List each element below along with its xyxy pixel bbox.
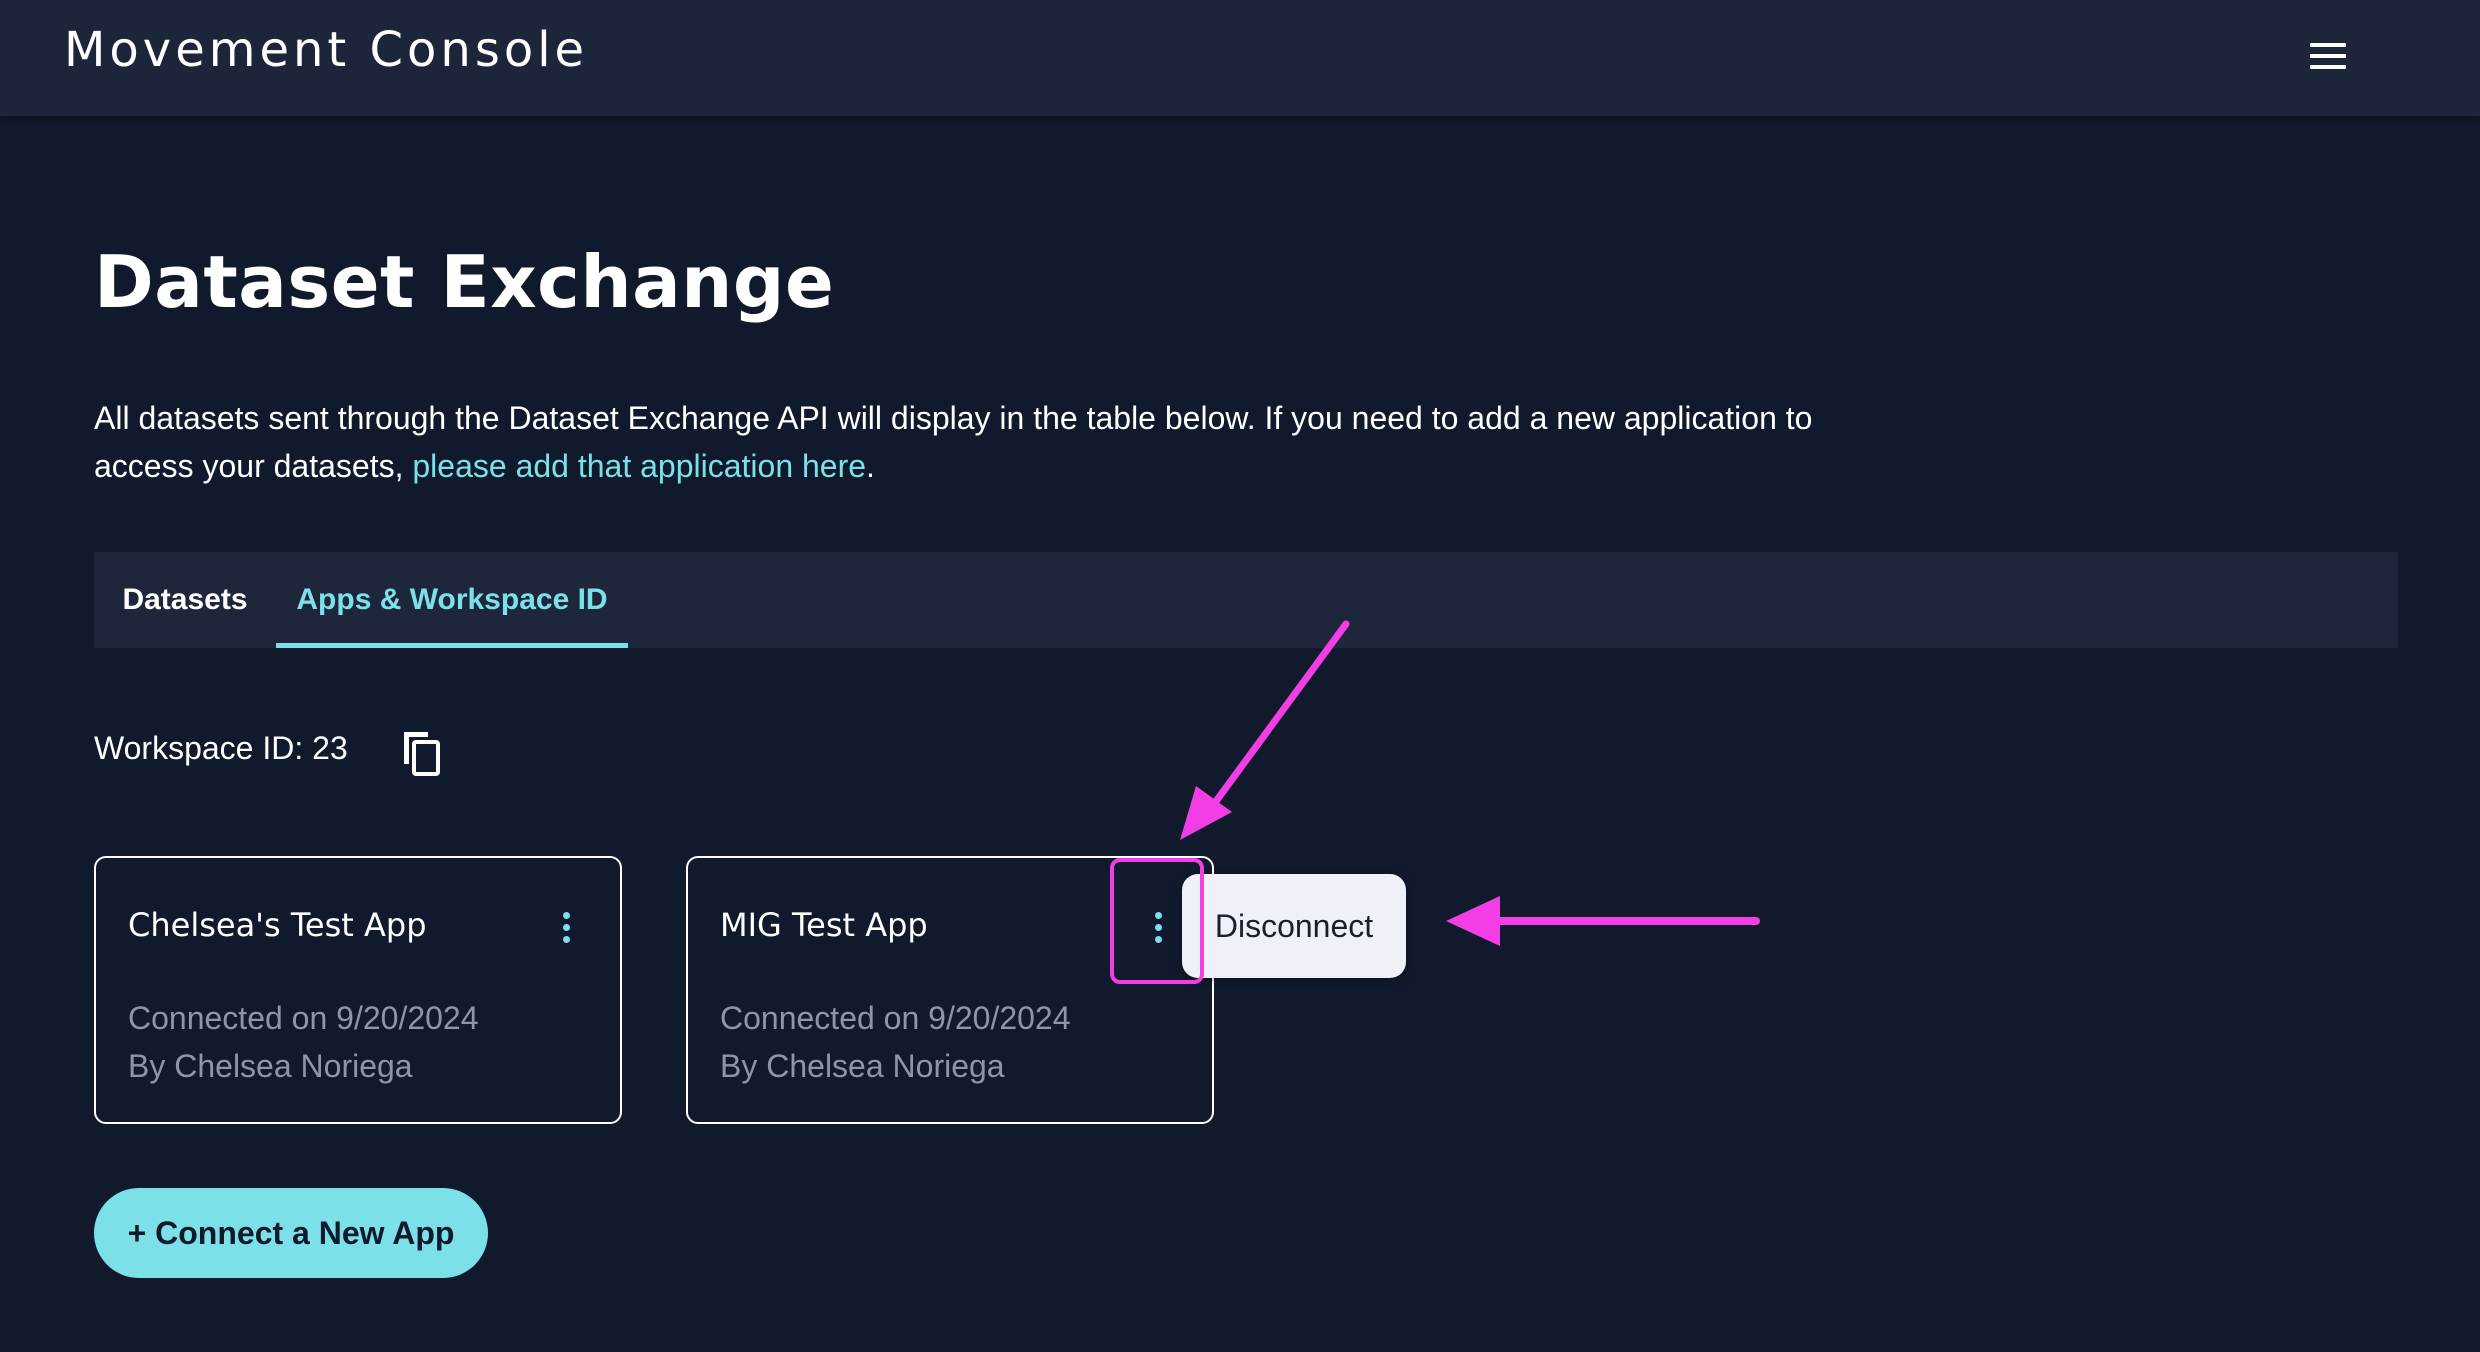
- app-card-title: Chelsea's Test App: [128, 906, 427, 944]
- annotation-arrows: [1180, 620, 1760, 946]
- annotation-highlight-box: [1110, 858, 1204, 984]
- intro-paragraph: All datasets sent through the Dataset Ex…: [94, 394, 1894, 490]
- intro-text: All datasets sent through the Dataset Ex…: [94, 400, 1813, 484]
- disconnect-menu-item[interactable]: Disconnect: [1182, 874, 1406, 978]
- annotation-arrow-down: [1180, 620, 1350, 840]
- connect-new-app-button[interactable]: + Connect a New App: [94, 1188, 488, 1278]
- hamburger-menu-icon[interactable]: [2304, 36, 2352, 80]
- app-card-title: MIG Test App: [720, 906, 928, 944]
- tab-bar: Datasets Apps & Workspace ID: [94, 552, 2398, 648]
- add-application-link[interactable]: please add that application here: [412, 448, 866, 484]
- copy-icon[interactable]: [398, 728, 442, 778]
- intro-end: .: [866, 448, 875, 484]
- vertical-dots-icon[interactable]: [552, 908, 580, 948]
- app-card-meta: Connected on 9/20/2024 By Chelsea Norieg…: [720, 994, 1071, 1090]
- app-connected-date: Connected on 9/20/2024: [128, 1000, 479, 1036]
- page-title: Dataset Exchange: [94, 240, 835, 324]
- brand-title: Movement Console: [64, 22, 589, 78]
- workspace-id-label: Workspace ID: 23: [94, 730, 348, 766]
- app-connected-date: Connected on 9/20/2024: [720, 1000, 1071, 1036]
- tab-apps-workspace-id[interactable]: Apps & Workspace ID: [276, 552, 628, 648]
- annotation-arrow-left: [1446, 896, 1760, 946]
- tab-datasets[interactable]: Datasets: [94, 552, 276, 648]
- app-card: Chelsea's Test App Connected on 9/20/202…: [94, 856, 622, 1124]
- app-connected-by: By Chelsea Noriega: [720, 1048, 1005, 1084]
- top-bar: Movement Console: [0, 0, 2480, 116]
- app-connected-by: By Chelsea Noriega: [128, 1048, 413, 1084]
- app-card-meta: Connected on 9/20/2024 By Chelsea Norieg…: [128, 994, 479, 1090]
